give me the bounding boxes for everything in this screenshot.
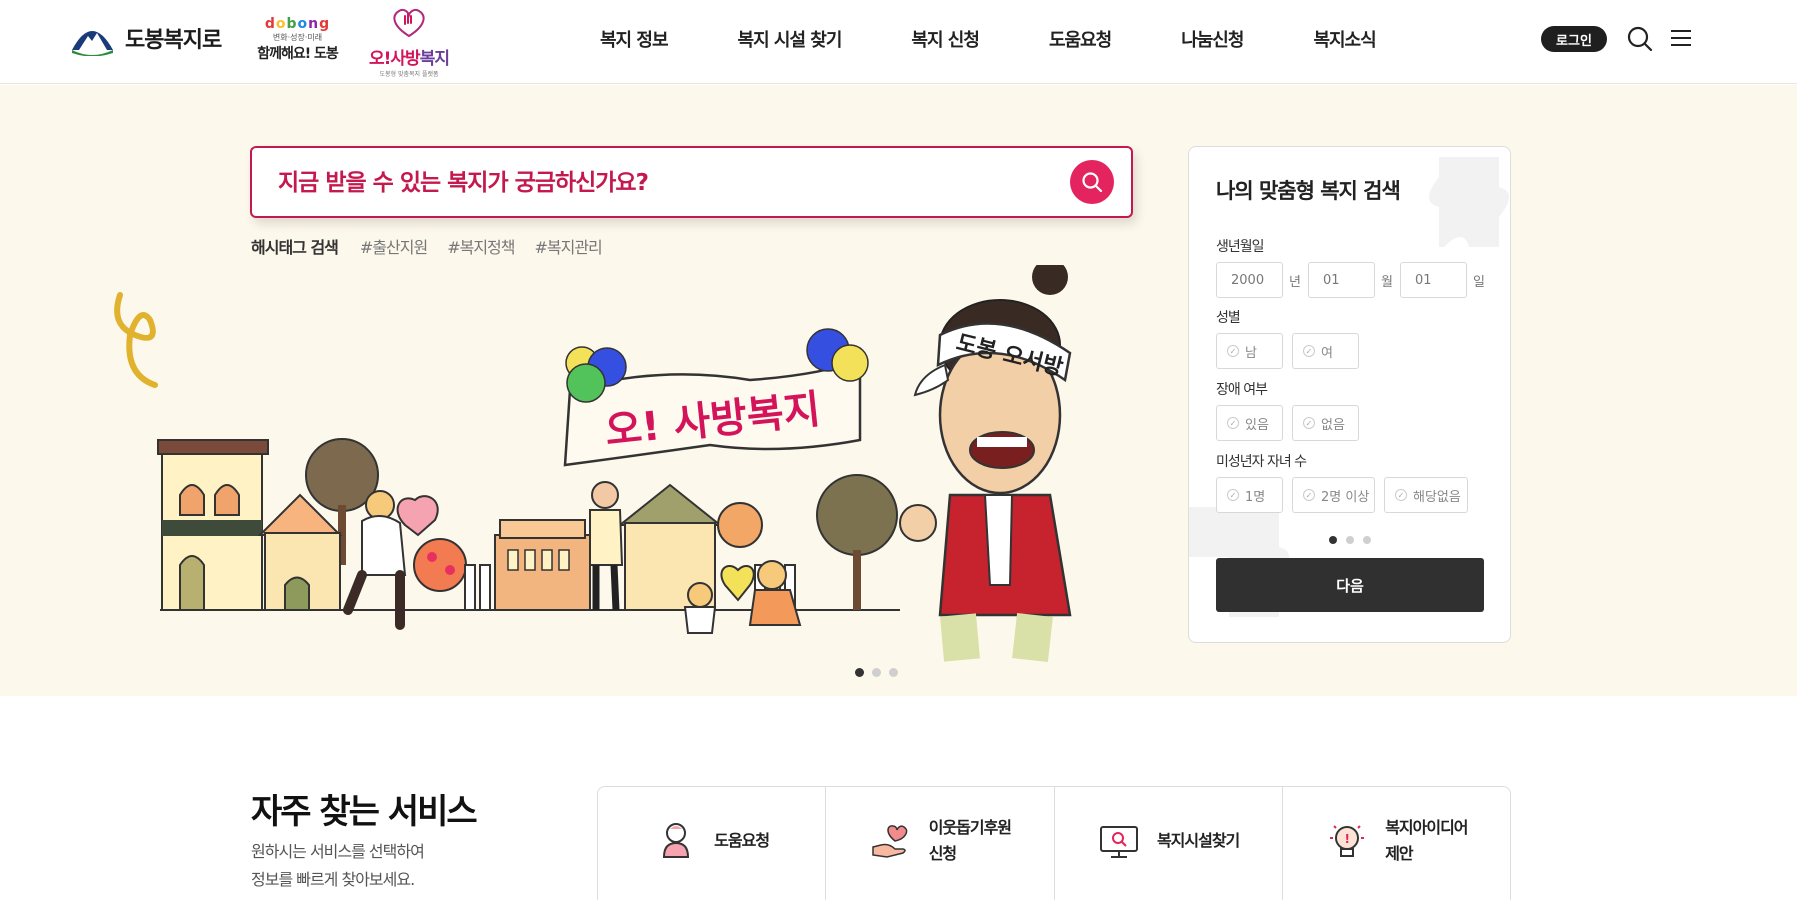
nav-welfare-info[interactable]: 복지 정보: [600, 26, 669, 52]
heart-hand-icon: [871, 825, 907, 858]
osabang-logo[interactable]: 오!사방복지 도봉형 맞춤복지 플랫폼: [364, 6, 454, 78]
nav-facility-search[interactable]: 복지 시설 찾기: [738, 26, 843, 52]
nav-welfare-apply[interactable]: 복지 신청: [911, 26, 980, 52]
main-search-button[interactable]: [1070, 160, 1114, 204]
disability-yes-option[interactable]: ✓ 있음: [1216, 405, 1283, 441]
frequent-services-title: 자주 찾는 서비스: [251, 792, 478, 832]
disability-no-option[interactable]: ✓ 없음: [1292, 405, 1359, 441]
main-search-input[interactable]: [278, 166, 1038, 200]
service-label: 도움요청: [714, 831, 770, 850]
option-label: 2명 이상: [1321, 489, 1370, 505]
service-label: 복지아이디어 제안: [1385, 818, 1468, 863]
service-label: 이웃돕기후원 신청: [928, 818, 1012, 863]
option-label: 1명: [1245, 489, 1266, 505]
dobong-logo-tagline: 변화·성장·미래: [272, 33, 323, 42]
main-nav: 복지 정보 복지 시설 찾기 복지 신청 도움요청 나눔신청 복지소식: [600, 26, 1446, 52]
option-label: 해당없음: [1413, 489, 1461, 505]
desc-line-1: 원하시는 서비스를 선택하여: [251, 842, 425, 861]
gender-male-option[interactable]: ✓ 남: [1216, 333, 1283, 369]
option-label: 여: [1321, 345, 1333, 361]
option-label: 없음: [1321, 417, 1345, 433]
card-title: 나의 맞춤형 복지 검색: [1216, 179, 1401, 203]
search-icon: [1082, 172, 1103, 193]
gender-female-option[interactable]: ✓ 여: [1292, 333, 1359, 369]
birth-month-input[interactable]: 01: [1308, 262, 1375, 298]
option-label: 남: [1245, 345, 1257, 361]
service-donation-apply[interactable]: 이웃돕기후원 신청: [826, 787, 1055, 900]
birth-day-input[interactable]: 01: [1400, 262, 1467, 298]
osabang-logo-text: 오!사방복지: [369, 49, 450, 69]
hero-banner-illustration: 오! 사방복지 도봉 오서방: [114, 265, 1072, 662]
desc-line-2: 정보를 빠르게 찾아보세요.: [251, 870, 415, 889]
dobong-logo-slogan: 함께해요! 도봉: [257, 46, 339, 62]
step-dot-3[interactable]: [1363, 536, 1371, 544]
year-unit: 년: [1289, 275, 1301, 290]
disability-label: 장애 여부: [1216, 382, 1268, 398]
check-icon: ✓: [1227, 489, 1239, 501]
banner-dot-1[interactable]: [855, 668, 864, 677]
children-label: 미성년자 자녀 수: [1216, 454, 1307, 470]
card-step-pagination: [1329, 536, 1371, 544]
children-one-option[interactable]: ✓ 1명: [1216, 477, 1283, 513]
service-help-request[interactable]: 도움요청: [598, 787, 827, 900]
service-label: 복지시설찾기: [1156, 831, 1240, 850]
person-help-icon: [663, 823, 690, 858]
dobong-slogan-logo[interactable]: dobong 변화·성장·미래 함께해요! 도봉: [255, 16, 340, 64]
check-icon: ✓: [1395, 489, 1407, 501]
check-icon: ✓: [1303, 345, 1315, 357]
day-unit: 일: [1473, 275, 1485, 290]
site-name: 도봉복지로: [125, 28, 222, 53]
site-header: 도봉복지로 dobong 변화·성장·미래 함께해요! 도봉 오!사방복지 도봉…: [0, 0, 1797, 84]
hashtag-welfare-manage[interactable]: #복지관리: [534, 234, 602, 258]
heart-hand-logo-icon: [393, 8, 425, 38]
step-dot-1[interactable]: [1329, 536, 1337, 544]
check-icon: ✓: [1303, 489, 1315, 501]
hashtag-birth-support[interactable]: #출산지원: [360, 234, 428, 258]
custom-welfare-search-card: 나의 맞춤형 복지 검색 생년월일 2000 년 01 월 01 일 성별 ✓ 남…: [1188, 146, 1511, 643]
monitor-search-icon: [1099, 826, 1138, 858]
svg-text:!: !: [1345, 832, 1350, 846]
banner-dot-2[interactable]: [872, 668, 881, 677]
hashtag-welfare-policy[interactable]: #복지정책: [447, 234, 515, 258]
step-dot-2[interactable]: [1346, 536, 1354, 544]
hashtag-title: 해시태그 검색: [251, 238, 339, 257]
nav-welfare-news[interactable]: 복지소식: [1313, 26, 1376, 52]
gender-label: 성별: [1216, 310, 1241, 326]
login-button[interactable]: 로그인: [1541, 26, 1607, 52]
children-two-plus-option[interactable]: ✓ 2명 이상: [1292, 477, 1375, 513]
banner-pagination: [855, 668, 898, 677]
check-icon: ✓: [1227, 417, 1239, 429]
lightbulb-idea-icon: !: [1330, 825, 1365, 857]
frequent-services-list: 도움요청 이웃돕기후원 신청 복지시설찾기 ! 복지아이디어 제안: [597, 786, 1511, 900]
osabang-logo-subtitle: 도봉형 맞춤복지 플랫폼: [379, 71, 439, 78]
site-logo[interactable]: 도봉복지로: [70, 20, 222, 56]
nav-sharing-apply[interactable]: 나눔신청: [1181, 26, 1244, 52]
mountain-logo-icon: [72, 31, 113, 56]
birth-year-input[interactable]: 2000: [1216, 262, 1283, 298]
hero-section: 해시태그 검색 #출산지원 #복지정책 #복지관리: [0, 85, 1797, 696]
service-facility-search[interactable]: 복지시설찾기: [1055, 787, 1283, 900]
check-icon: ✓: [1303, 417, 1315, 429]
check-icon: ✓: [1227, 345, 1239, 357]
banner-dot-3[interactable]: [889, 668, 898, 677]
hashtag-search: 해시태그 검색 #출산지원 #복지정책 #복지관리: [251, 234, 622, 258]
next-button[interactable]: 다음: [1216, 558, 1484, 612]
month-unit: 월: [1381, 275, 1393, 290]
frequent-services-desc: 원하시는 서비스를 선택하여 정보를 빠르게 찾아보세요.: [251, 838, 425, 894]
search-icon[interactable]: [1627, 26, 1653, 52]
service-idea-suggest[interactable]: ! 복지아이디어 제안: [1283, 787, 1510, 900]
option-label: 있음: [1245, 417, 1269, 433]
dobong-logo-word: dobong: [264, 16, 331, 32]
hamburger-menu-icon[interactable]: [1670, 28, 1692, 48]
main-search-box: [250, 146, 1133, 218]
nav-help-request[interactable]: 도움요청: [1049, 26, 1112, 52]
birth-label: 생년월일: [1216, 239, 1265, 255]
children-none-option[interactable]: ✓ 해당없음: [1384, 477, 1468, 513]
